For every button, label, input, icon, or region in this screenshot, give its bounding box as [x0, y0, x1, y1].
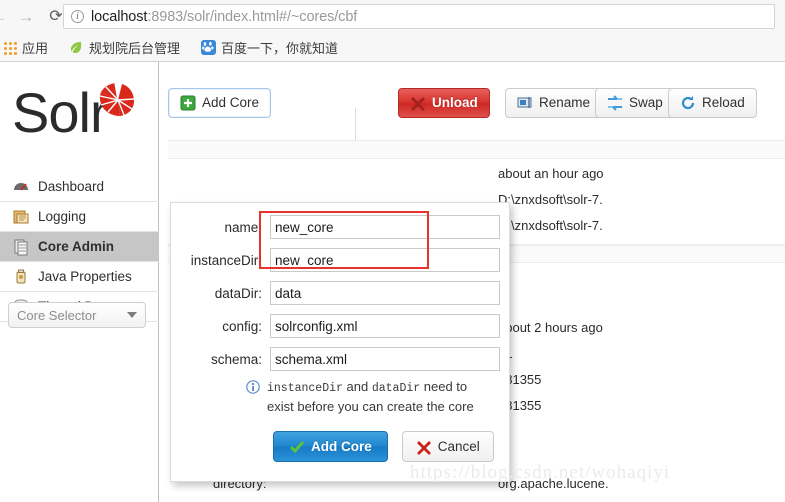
form-row-schema: schema:	[171, 343, 511, 375]
reload-button-label: Reload	[702, 95, 745, 111]
swap-arrows-icon	[607, 95, 623, 111]
sidebar-item-label: Core Admin	[38, 239, 115, 254]
sidebar-item-label: Java Properties	[38, 269, 132, 284]
config-input[interactable]	[270, 314, 500, 338]
chevron-down-icon	[127, 312, 137, 318]
swap-button[interactable]: Swap	[595, 88, 675, 118]
sidebar-item-label: Dashboard	[38, 179, 105, 194]
bookmark-apps[interactable]: 应用	[0, 36, 54, 58]
url-text: localhost:8983/solr/index.html#/~cores/c…	[91, 9, 357, 25]
form-row-name: name:	[171, 211, 511, 243]
field-label: dataDir:	[214, 285, 262, 301]
core-admin-toolbar: Add Core Unload Rename Swap Reload	[159, 88, 785, 156]
sidebar-menu: Dashboard Logging Core Admin Java Proper…	[0, 172, 159, 322]
info-circle-icon[interactable]: i	[71, 10, 84, 23]
bookmark-label: 规划院后台管理	[89, 40, 181, 56]
bookmark-label: 百度一下，你就知道	[221, 40, 339, 56]
sidebar-item-core-admin[interactable]: Core Admin	[0, 232, 159, 262]
row-value: org.apache.lucene.	[498, 475, 609, 491]
bookmark-baidu[interactable]: 百度一下，你就知道	[194, 36, 344, 58]
core-selector-label: Core Selector	[17, 307, 97, 323]
reload-button[interactable]: Reload	[668, 88, 757, 118]
table-row: about an hour ago	[168, 162, 785, 184]
sidebar-item-dashboard[interactable]: Dashboard	[0, 172, 159, 202]
solr-logo[interactable]: Solr	[12, 80, 152, 150]
row-value: D:\znxdsoft\solr-7.	[498, 217, 603, 233]
info-icon	[246, 380, 260, 416]
green-plus-icon	[180, 95, 196, 111]
name-input[interactable]	[270, 215, 500, 239]
dialog-add-core-label: Add Core	[311, 438, 372, 454]
dialog-actions: Add Core Cancel	[171, 431, 511, 462]
field-label: name:	[224, 219, 262, 235]
field-label: instanceDir:	[190, 252, 262, 268]
sidebar-item-logging[interactable]: Logging	[0, 202, 159, 232]
form-row-datadir: dataDir:	[171, 277, 511, 309]
field-label: config:	[222, 318, 262, 334]
add-core-button[interactable]: Add Core	[168, 88, 272, 118]
rename-icon	[517, 95, 533, 111]
red-x-icon	[416, 439, 432, 455]
add-core-dialog: name: instanceDir: dataDir: config: sche…	[170, 202, 510, 482]
reload-circle-icon	[680, 95, 696, 111]
solr-admin-app: Solr Dashboard Logging Core Admin Java P…	[0, 62, 785, 502]
green-leaf-icon	[68, 39, 84, 55]
form-row-config: config:	[171, 310, 511, 342]
sidebar-item-java-properties[interactable]: Java Properties	[0, 262, 159, 292]
svg-text:Solr: Solr	[12, 81, 108, 144]
url-path: :8983/solr/index.html#/~cores/cbf	[147, 8, 358, 25]
schema-input[interactable]	[270, 347, 500, 371]
red-x-icon	[410, 95, 426, 111]
hint-code-instancedir: instanceDir	[267, 382, 343, 395]
back-icon[interactable]: ←	[0, 3, 12, 31]
rename-button-label: Rename	[539, 95, 591, 111]
green-check-icon	[289, 439, 305, 455]
bookmark-label: 应用	[22, 40, 49, 56]
logging-icon	[12, 208, 30, 226]
row-value: about an hour ago	[498, 165, 604, 181]
add-core-button-label: Add Core	[202, 95, 260, 111]
java-properties-icon	[12, 268, 30, 286]
dashboard-gauge-icon	[12, 178, 30, 196]
sidebar: Solr Dashboard Logging Core Admin Java P…	[0, 62, 159, 502]
form-row-instancedir: instanceDir:	[171, 244, 511, 276]
row-value: D:\znxdsoft\solr-7.	[498, 191, 603, 207]
hint-code-datadir: dataDir	[371, 382, 421, 395]
instancedir-input[interactable]	[270, 248, 500, 272]
unload-button[interactable]: Unload	[398, 88, 490, 118]
arrow-right-icon[interactable]: →	[12, 3, 40, 31]
hint-and: and	[342, 379, 372, 394]
rename-button[interactable]: Rename	[505, 88, 603, 118]
baidu-paw-icon	[200, 39, 216, 55]
address-bar[interactable]: i localhost:8983/solr/index.html#/~cores…	[63, 4, 775, 29]
bookmark-ghy[interactable]: 规划院后台管理	[62, 36, 186, 58]
apps-grid-icon	[1, 39, 17, 55]
datadir-input[interactable]	[270, 281, 500, 305]
panel-header-band	[168, 140, 785, 159]
core-admin-icon	[12, 238, 30, 256]
dialog-cancel-label: Cancel	[437, 438, 480, 454]
swap-button-label: Swap	[629, 95, 663, 111]
hint-text: instanceDir and dataDir need to exist be…	[267, 378, 492, 416]
row-value: about 2 hours ago	[498, 319, 603, 335]
dialog-hint: instanceDir and dataDir need to exist be…	[171, 378, 511, 416]
field-label: schema:	[210, 351, 262, 367]
unload-button-label: Unload	[432, 95, 478, 111]
url-host: localhost	[91, 8, 148, 25]
dialog-add-core-button[interactable]: Add Core	[273, 431, 388, 462]
dialog-cancel-button[interactable]: Cancel	[401, 431, 494, 462]
core-selector-dropdown[interactable]: Core Selector	[8, 302, 146, 328]
bookmarks-bar: 应用 规划院后台管理 百度一下，你就知道	[0, 33, 785, 62]
sidebar-item-label: Logging	[38, 209, 87, 224]
